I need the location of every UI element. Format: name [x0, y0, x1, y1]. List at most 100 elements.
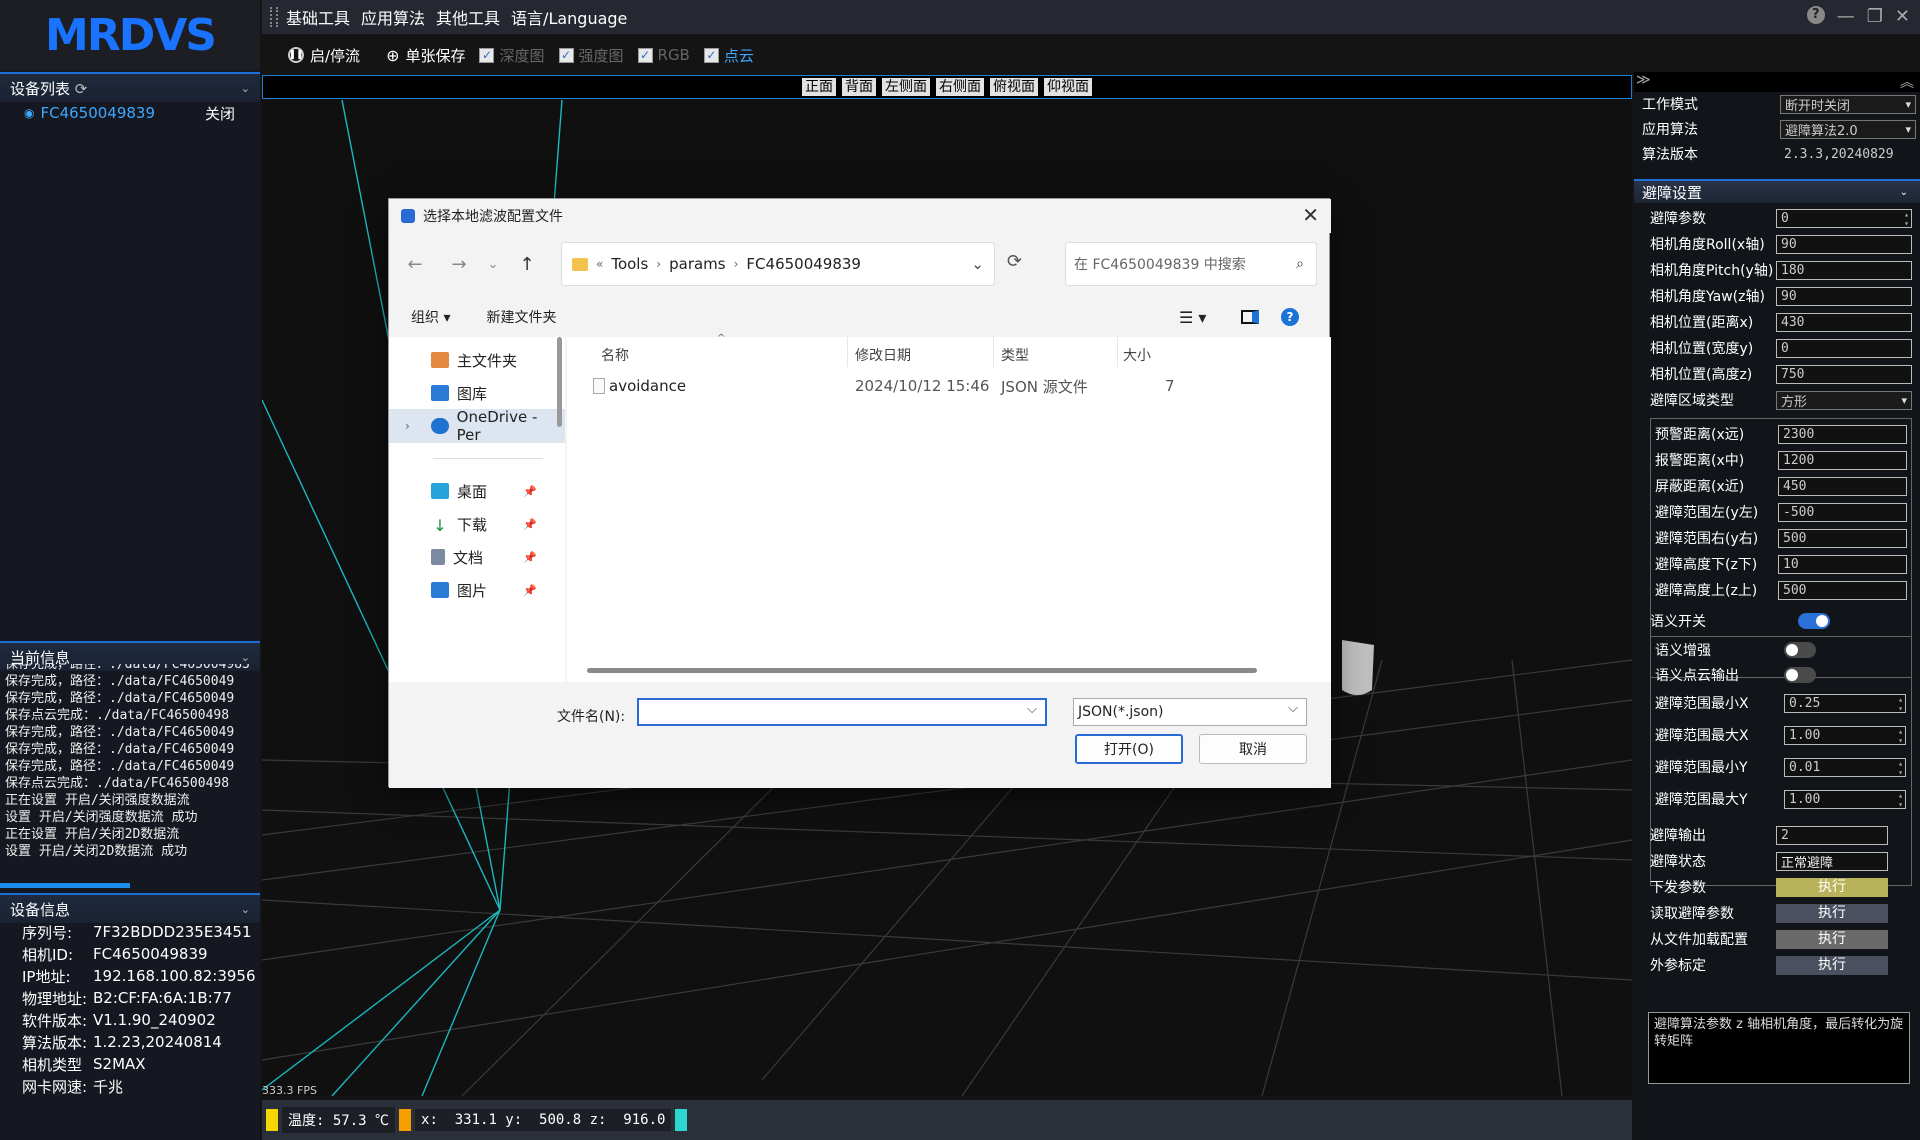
- menu-language[interactable]: 语言/Language: [511, 5, 627, 29]
- view-options-icon[interactable]: ☰ ▾: [1179, 308, 1206, 327]
- sidebar-scrollbar[interactable]: [557, 337, 562, 427]
- forward-icon[interactable]: →: [437, 254, 481, 275]
- back-icon[interactable]: ←: [393, 254, 437, 275]
- column-size[interactable]: 大小: [1123, 345, 1151, 365]
- open-button[interactable]: 打开(O): [1075, 734, 1183, 764]
- close-button[interactable]: ✕: [1895, 6, 1910, 27]
- sidebar-item-gallery[interactable]: 图库: [389, 376, 565, 410]
- restore-button[interactable]: ❐: [1867, 6, 1883, 27]
- height-low-input[interactable]: 10: [1778, 554, 1907, 574]
- range-left-input[interactable]: -500: [1778, 502, 1907, 522]
- chevron-down-icon[interactable]: ⌄: [481, 257, 505, 272]
- work-mode-select[interactable]: 断开时关闭: [1780, 94, 1916, 114]
- pos-x-input[interactable]: 430: [1776, 312, 1912, 332]
- chevron-down-icon[interactable]: ⌄: [241, 903, 250, 916]
- help-icon[interactable]: ?: [1806, 6, 1825, 24]
- pin-icon[interactable]: 📌: [523, 551, 537, 564]
- single-save-button[interactable]: ⊕ 单张保存: [386, 45, 465, 66]
- start-stop-button[interactable]: ❚❚ 启/停流: [288, 45, 360, 66]
- pin-icon[interactable]: 📌: [523, 518, 537, 531]
- semantic-cloud-toggle[interactable]: [1784, 667, 1816, 683]
- view-left-button[interactable]: 左侧面: [882, 78, 930, 96]
- sidebar-item-desktop[interactable]: 桌面 📌: [389, 474, 565, 508]
- sidebar-item-downloads[interactable]: ↓ 下载 📌: [389, 507, 565, 541]
- avoid-settings-header[interactable]: 避障设置 ⌄: [1634, 179, 1920, 203]
- max-x-spinbox[interactable]: 1.00: [1784, 725, 1906, 745]
- view-right-button[interactable]: 右侧面: [936, 78, 984, 96]
- sidebar-item-onedrive[interactable]: › OneDrive - Per: [389, 408, 565, 444]
- roll-input[interactable]: 90: [1776, 234, 1912, 254]
- file-row[interactable]: avoidance 2024/10/12 15:46 JSON 源文件 7: [567, 371, 1331, 401]
- search-box[interactable]: 在 FC4650049839 中搜索 ⌕: [1065, 242, 1317, 286]
- semantic-enhance-toggle[interactable]: [1784, 642, 1816, 658]
- pointcloud-checkbox[interactable]: ✓ 点云: [703, 45, 754, 66]
- pos-z-input[interactable]: 750: [1776, 364, 1912, 384]
- warn-distance-input[interactable]: 2300: [1778, 424, 1907, 444]
- read-params-button[interactable]: 执行: [1776, 903, 1888, 923]
- chevron-down-icon[interactable]: ⌄: [241, 651, 250, 664]
- horizontal-scrollbar[interactable]: [587, 668, 1257, 673]
- send-params-button[interactable]: 执行: [1776, 877, 1888, 897]
- menu-app-algorithm[interactable]: 应用算法: [361, 5, 425, 29]
- view-top-button[interactable]: 俯视面: [990, 78, 1038, 96]
- sidebar-item-documents[interactable]: 文档 📌: [389, 540, 565, 574]
- avoid-param-spinbox[interactable]: 0: [1776, 208, 1912, 228]
- minimize-button[interactable]: —: [1837, 6, 1855, 27]
- column-name[interactable]: 名称: [601, 345, 629, 365]
- alarm-distance-input[interactable]: 1200: [1778, 450, 1907, 470]
- menu-other-tools[interactable]: 其他工具: [436, 5, 500, 29]
- preview-pane-icon[interactable]: [1241, 310, 1259, 324]
- chevron-down-icon[interactable]: ⌄: [1900, 187, 1908, 198]
- chevron-down-icon[interactable]: ⌄: [241, 82, 250, 95]
- device-row[interactable]: ◉ FC4650049839 关闭: [0, 102, 260, 124]
- help-icon[interactable]: ?: [1281, 308, 1299, 326]
- pin-icon[interactable]: 📌: [523, 584, 537, 597]
- range-right-input[interactable]: 500: [1778, 528, 1907, 548]
- cancel-button[interactable]: 取消: [1199, 734, 1307, 764]
- expand-icon[interactable]: ≫: [1636, 72, 1651, 88]
- refresh-icon[interactable]: ⟳: [1007, 251, 1022, 272]
- intensity-checkbox[interactable]: ✓ 强度图: [558, 45, 624, 66]
- view-front-button[interactable]: 正面: [802, 78, 836, 96]
- close-icon[interactable]: ✕: [1302, 203, 1319, 227]
- min-y-spinbox[interactable]: 0.01: [1784, 757, 1906, 777]
- yaw-input[interactable]: 90: [1776, 286, 1912, 306]
- device-list-header[interactable]: 设备列表 ⟳ ⌄: [0, 72, 260, 102]
- filename-input[interactable]: [637, 698, 1047, 726]
- new-folder-button[interactable]: 新建文件夹: [486, 307, 556, 327]
- semantic-switch-toggle[interactable]: [1798, 613, 1830, 629]
- max-y-spinbox[interactable]: 1.00: [1784, 789, 1906, 809]
- pin-icon[interactable]: 📌: [523, 485, 537, 498]
- min-x-spinbox[interactable]: 0.25: [1784, 693, 1906, 713]
- app-algo-select[interactable]: 避障算法2.0: [1780, 119, 1916, 139]
- chevron-down-icon[interactable]: ⌄: [971, 255, 984, 273]
- column-date[interactable]: 修改日期: [855, 345, 911, 365]
- breadcrumb-params[interactable]: params: [669, 255, 726, 273]
- collapse-icon[interactable]: ︽: [1900, 72, 1914, 92]
- depth-checkbox[interactable]: ✓ 深度图: [479, 45, 545, 66]
- refresh-icon[interactable]: ⟳: [75, 80, 88, 98]
- load-config-button[interactable]: 执行: [1776, 929, 1888, 949]
- breadcrumb-device[interactable]: FC4650049839: [746, 255, 861, 273]
- zone-type-select[interactable]: 方形: [1776, 390, 1912, 410]
- sidebar-item-home[interactable]: 主文件夹: [389, 343, 565, 377]
- pitch-input[interactable]: 180: [1776, 260, 1912, 280]
- up-icon[interactable]: ↑: [505, 254, 549, 275]
- device-info-header[interactable]: 设备信息 ⌄: [0, 893, 260, 923]
- view-back-button[interactable]: 背面: [842, 78, 876, 96]
- menu-basic-tools[interactable]: 基础工具: [286, 5, 350, 29]
- extrinsic-calib-button[interactable]: 执行: [1776, 955, 1888, 975]
- search-input[interactable]: 在 FC4650049839 中搜索: [1074, 254, 1246, 274]
- pos-y-input[interactable]: 0: [1776, 338, 1912, 358]
- address-bar[interactable]: « Tools › params › FC4650049839 ⌄: [561, 242, 995, 286]
- breadcrumb-tools[interactable]: Tools: [611, 255, 648, 273]
- column-type[interactable]: 类型: [1001, 345, 1029, 365]
- file-type-select[interactable]: JSON(*.json): [1073, 698, 1307, 726]
- height-high-input[interactable]: 500: [1778, 580, 1907, 600]
- sidebar-item-pictures[interactable]: 图片 📌: [389, 573, 565, 607]
- mask-distance-input[interactable]: 450: [1778, 476, 1907, 496]
- grip-handle[interactable]: [270, 7, 278, 27]
- organize-menu[interactable]: 组织 ▾: [411, 307, 450, 327]
- rgb-checkbox[interactable]: ✓ RGB: [637, 46, 690, 64]
- chevron-right-icon[interactable]: ›: [405, 419, 423, 433]
